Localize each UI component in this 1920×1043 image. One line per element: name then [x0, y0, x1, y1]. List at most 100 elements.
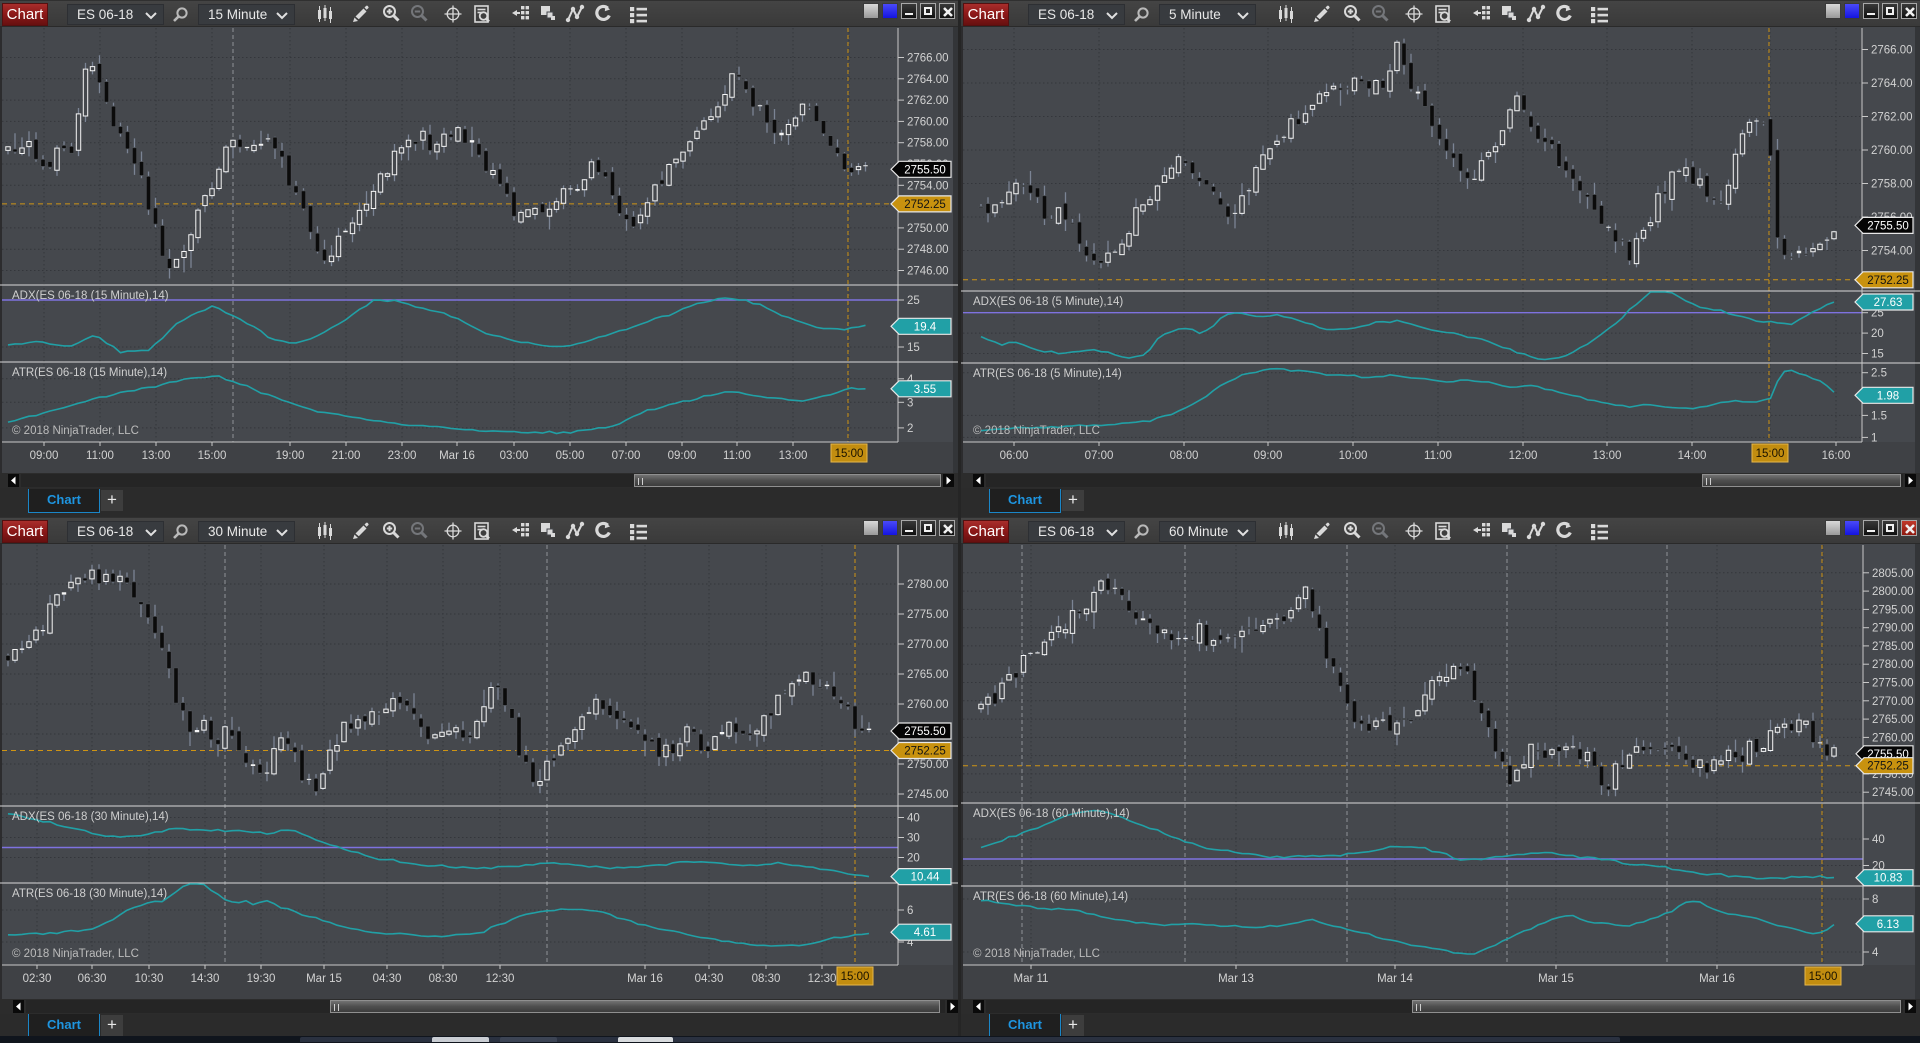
svg-text:13:00: 13:00 — [142, 450, 171, 462]
svg-text:© 2018 NinjaTrader, LLC: © 2018 NinjaTrader, LLC — [973, 425, 1100, 437]
svg-text:12:00: 12:00 — [1509, 450, 1538, 462]
svg-text:19.4: 19.4 — [914, 321, 937, 333]
svg-text:2765.00: 2765.00 — [907, 669, 949, 681]
svg-text:6.13: 6.13 — [1877, 919, 1899, 931]
svg-text:Mar 16: Mar 16 — [439, 450, 475, 462]
svg-text:13:00: 13:00 — [779, 450, 808, 462]
svg-text:2775.00: 2775.00 — [1872, 678, 1914, 690]
svg-text:25: 25 — [907, 295, 920, 307]
svg-text:14:00: 14:00 — [1678, 450, 1707, 462]
svg-text:2760.00: 2760.00 — [1871, 145, 1913, 157]
svg-text:2795.00: 2795.00 — [1872, 604, 1914, 616]
svg-text:2758.00: 2758.00 — [1871, 179, 1913, 191]
svg-text:4: 4 — [1872, 947, 1879, 959]
svg-text:16:00: 16:00 — [1822, 450, 1851, 462]
svg-text:11:00: 11:00 — [723, 450, 751, 462]
svg-text:2766.00: 2766.00 — [907, 53, 949, 65]
svg-text:ADX(ES 06-18 (30 Minute),14): ADX(ES 06-18 (30 Minute),14) — [12, 811, 169, 823]
svg-text:15: 15 — [1871, 349, 1884, 361]
svg-text:2775.00: 2775.00 — [907, 609, 949, 621]
svg-text:ATR(ES 06-18 (15 Minute),14): ATR(ES 06-18 (15 Minute),14) — [12, 367, 167, 379]
svg-text:2780.00: 2780.00 — [907, 579, 949, 591]
svg-text:08:30: 08:30 — [752, 973, 781, 985]
svg-text:2764.00: 2764.00 — [1871, 78, 1913, 90]
svg-text:ADX(ES 06-18 (5 Minute),14): ADX(ES 06-18 (5 Minute),14) — [973, 296, 1123, 308]
svg-text:40: 40 — [907, 813, 920, 825]
svg-text:2754.00: 2754.00 — [907, 180, 949, 192]
svg-text:20: 20 — [1871, 328, 1884, 340]
svg-text:09:00: 09:00 — [30, 450, 59, 462]
svg-text:© 2018 NinjaTrader, LLC: © 2018 NinjaTrader, LLC — [12, 425, 139, 437]
svg-text:2752.25: 2752.25 — [904, 746, 946, 758]
svg-text:2762.00: 2762.00 — [907, 95, 949, 107]
svg-text:05:00: 05:00 — [556, 450, 585, 462]
svg-text:11:00: 11:00 — [1424, 450, 1452, 462]
svg-text:2745.00: 2745.00 — [907, 789, 949, 801]
svg-text:15:00: 15:00 — [1756, 448, 1785, 460]
svg-text:2752.25: 2752.25 — [1867, 761, 1909, 773]
svg-text:2762.00: 2762.00 — [1871, 112, 1913, 124]
svg-text:2750.00: 2750.00 — [907, 759, 949, 771]
svg-text:2745.00: 2745.00 — [1872, 787, 1914, 799]
svg-text:Mar 14: Mar 14 — [1377, 973, 1413, 985]
svg-text:2770.00: 2770.00 — [1872, 696, 1914, 708]
svg-text:2770.00: 2770.00 — [907, 639, 949, 651]
svg-text:3.55: 3.55 — [914, 384, 936, 396]
svg-text:Mar 15: Mar 15 — [306, 973, 342, 985]
svg-text:2790.00: 2790.00 — [1872, 623, 1914, 635]
svg-text:15: 15 — [907, 342, 920, 354]
svg-text:27.63: 27.63 — [1874, 297, 1903, 309]
svg-text:ATR(ES 06-18 (5 Minute),14): ATR(ES 06-18 (5 Minute),14) — [973, 368, 1122, 380]
svg-text:09:00: 09:00 — [1254, 450, 1283, 462]
svg-text:2: 2 — [907, 423, 913, 435]
svg-text:13:00: 13:00 — [1593, 450, 1622, 462]
svg-text:Mar 15: Mar 15 — [1538, 973, 1574, 985]
svg-text:19:00: 19:00 — [276, 450, 305, 462]
svg-text:40: 40 — [1872, 834, 1885, 846]
svg-text:2800.00: 2800.00 — [1872, 586, 1914, 598]
svg-text:10:00: 10:00 — [1339, 450, 1368, 462]
svg-text:04:30: 04:30 — [695, 973, 724, 985]
svg-text:12:30: 12:30 — [808, 973, 837, 985]
svg-text:Mar 11: Mar 11 — [1014, 973, 1049, 985]
svg-text:2752.25: 2752.25 — [904, 199, 946, 211]
svg-text:2764.00: 2764.00 — [907, 74, 949, 86]
svg-text:4.61: 4.61 — [914, 927, 936, 939]
svg-text:ATR(ES 06-18 (60 Minute),14): ATR(ES 06-18 (60 Minute),14) — [973, 891, 1128, 903]
svg-text:10.83: 10.83 — [1874, 873, 1903, 885]
svg-text:ADX(ES 06-18 (60 Minute),14): ADX(ES 06-18 (60 Minute),14) — [973, 808, 1130, 820]
svg-text:15:00: 15:00 — [1809, 971, 1838, 983]
svg-text:ADX(ES 06-18 (15 Minute),14): ADX(ES 06-18 (15 Minute),14) — [12, 290, 169, 302]
svg-text:Mar 16: Mar 16 — [627, 973, 663, 985]
svg-text:6: 6 — [907, 905, 913, 917]
svg-text:23:00: 23:00 — [388, 450, 417, 462]
svg-text:2750.00: 2750.00 — [907, 223, 949, 235]
svg-text:19:30: 19:30 — [247, 973, 276, 985]
svg-text:06:30: 06:30 — [78, 973, 107, 985]
svg-text:15:00: 15:00 — [835, 448, 864, 460]
svg-text:© 2018 NinjaTrader, LLC: © 2018 NinjaTrader, LLC — [12, 948, 139, 960]
svg-text:3: 3 — [907, 397, 913, 409]
svg-text:2754.00: 2754.00 — [1871, 246, 1913, 258]
svg-text:© 2018 NinjaTrader, LLC: © 2018 NinjaTrader, LLC — [973, 948, 1100, 960]
svg-text:09:00: 09:00 — [668, 450, 697, 462]
svg-text:08:00: 08:00 — [1170, 450, 1199, 462]
svg-text:2760.00: 2760.00 — [907, 116, 949, 128]
svg-text:2752.25: 2752.25 — [1867, 275, 1909, 287]
svg-text:Mar 16: Mar 16 — [1699, 973, 1735, 985]
svg-text:2758.00: 2758.00 — [907, 138, 949, 150]
svg-text:03:00: 03:00 — [500, 450, 529, 462]
svg-text:04:30: 04:30 — [373, 973, 402, 985]
svg-text:02:30: 02:30 — [23, 973, 52, 985]
svg-text:15:00: 15:00 — [198, 450, 227, 462]
svg-text:08:30: 08:30 — [429, 973, 458, 985]
svg-text:15:00: 15:00 — [841, 971, 870, 983]
svg-text:1.5: 1.5 — [1871, 410, 1887, 422]
svg-text:2760.00: 2760.00 — [1872, 732, 1914, 744]
svg-text:21:00: 21:00 — [332, 450, 361, 462]
svg-text:2765.00: 2765.00 — [1872, 714, 1914, 726]
svg-text:10.44: 10.44 — [911, 872, 940, 884]
svg-text:2755.50: 2755.50 — [904, 164, 946, 176]
svg-text:2755.50: 2755.50 — [904, 726, 946, 738]
svg-text:06:00: 06:00 — [1000, 450, 1029, 462]
